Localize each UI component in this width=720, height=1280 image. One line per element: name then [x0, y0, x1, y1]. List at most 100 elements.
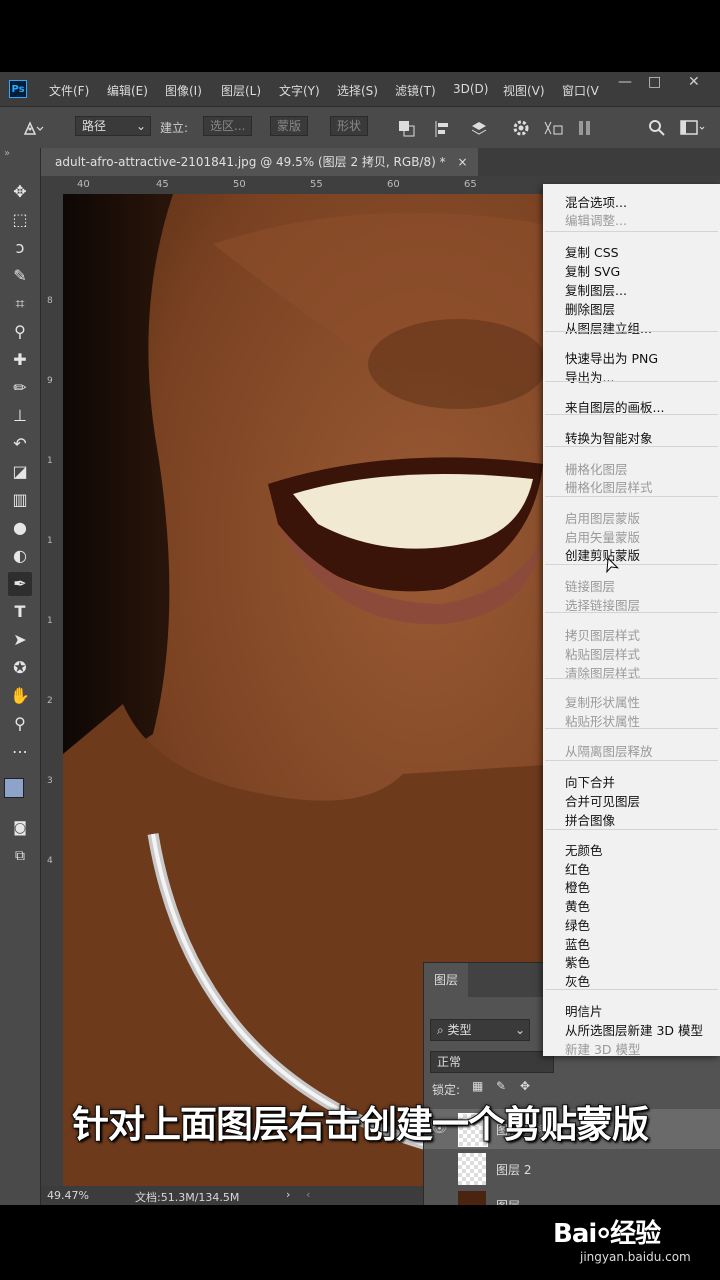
collapse-icon[interactable]: » — [4, 148, 10, 159]
marquee-tool-icon[interactable]: ⬚ — [8, 208, 32, 232]
lock-transparent-icon[interactable]: ▦ — [472, 1079, 483, 1093]
layer-row[interactable]: 图层 2 — [424, 1151, 720, 1187]
clone-stamp-tool-icon[interactable]: ⊥ — [8, 404, 32, 428]
menu-type[interactable]: 文字(Y) — [279, 82, 320, 99]
menu-3d[interactable]: 3D(D) — [453, 82, 488, 96]
menu-layer[interactable]: 图层(L) — [221, 82, 261, 99]
context-menu-item[interactable]: 快速导出为 PNG — [565, 348, 658, 367]
context-menu-item[interactable]: 橙色 — [565, 877, 590, 896]
lock-paint-icon[interactable]: ✎ — [496, 1079, 506, 1093]
hand-tool-icon[interactable]: ✋ — [8, 684, 32, 708]
context-menu-item[interactable]: 从图层建立组... — [565, 318, 652, 337]
path-selection-tool-icon[interactable]: ➤ — [8, 628, 32, 652]
context-menu-item[interactable]: 蓝色 — [565, 934, 590, 953]
context-menu-item[interactable]: 从隔离图层释放 — [565, 741, 653, 760]
layer-name[interactable]: 图层 — [496, 1197, 520, 1205]
path-mode-select[interactable]: 路径 ⌄ — [75, 116, 151, 136]
healing-brush-tool-icon[interactable]: ✚ — [8, 348, 32, 372]
context-menu-item[interactable]: 复制 SVG — [565, 261, 620, 280]
context-menu-item[interactable]: 转换为智能对象 — [565, 428, 653, 447]
context-menu-item[interactable]: 拷贝图层样式 — [565, 625, 640, 644]
context-menu-item[interactable]: 绿色 — [565, 915, 590, 934]
context-menu-item[interactable]: 无颜色 — [565, 840, 603, 859]
context-menu-item[interactable]: 红色 — [565, 859, 590, 878]
context-menu-item[interactable]: 黄色 — [565, 896, 590, 915]
mask-button[interactable]: 蒙版 — [270, 116, 309, 136]
close-tab-icon[interactable]: × — [457, 155, 467, 169]
brush-tool-icon[interactable]: ✏ — [8, 376, 32, 400]
menu-view[interactable]: 视图(V) — [503, 82, 545, 99]
menu-edit[interactable]: 编辑(E) — [107, 82, 148, 99]
type-tool-icon[interactable]: T — [8, 600, 32, 624]
layer-name[interactable]: 图层 2 — [496, 1161, 531, 1178]
layers-tab[interactable]: 图层 — [424, 963, 468, 997]
blend-mode-select[interactable]: 正常 — [430, 1051, 554, 1073]
zoom-tool-icon[interactable]: ⚲ — [8, 712, 32, 736]
context-menu-item[interactable]: 新建 3D 模型 — [565, 1039, 641, 1058]
auto-add-delete-icon[interactable] — [542, 119, 564, 137]
minimize-button[interactable]: — — [618, 74, 632, 90]
scroll-left-icon[interactable]: ‹ — [306, 1188, 310, 1201]
context-menu-item[interactable]: 灰色 — [565, 971, 590, 990]
more-tools-icon[interactable]: ⋯ — [8, 740, 32, 764]
gear-icon[interactable] — [512, 119, 530, 137]
selection-button[interactable]: 选区... — [203, 116, 253, 136]
search-icon[interactable] — [648, 119, 666, 137]
path-operations-icon[interactable] — [398, 120, 416, 138]
lock-position-icon[interactable]: ✥ — [520, 1079, 530, 1093]
maximize-button[interactable]: □ — [648, 74, 661, 90]
zoom-level[interactable]: 49.47% — [47, 1189, 89, 1202]
menu-filter[interactable]: 滤镜(T) — [395, 82, 436, 99]
context-menu-item[interactable]: 向下合并 — [565, 772, 615, 791]
context-menu-item[interactable]: 导出为... — [565, 367, 614, 386]
blur-tool-icon[interactable]: ● — [8, 516, 32, 540]
menu-window[interactable]: 窗口(V — [562, 82, 599, 99]
context-menu-item[interactable]: 复制 CSS — [565, 242, 619, 261]
pen-tool-icon[interactable] — [22, 119, 44, 137]
context-menu-item[interactable]: 启用图层蒙版 — [565, 508, 640, 527]
align-edges-icon[interactable] — [576, 119, 594, 137]
path-alignment-icon[interactable] — [434, 120, 452, 138]
context-menu-item[interactable]: 编辑调整... — [565, 210, 627, 229]
menu-file[interactable]: 文件(F) — [49, 82, 89, 99]
eyedropper-tool-icon[interactable]: ⚲ — [8, 320, 32, 344]
context-menu-item[interactable]: 紫色 — [565, 952, 590, 971]
context-menu-item[interactable]: 混合选项... — [565, 192, 627, 211]
context-menu-item[interactable]: 复制形状属性 — [565, 692, 640, 711]
layer-filter-select[interactable]: ⌕ 类型 ⌄ — [430, 1019, 530, 1041]
context-menu-item[interactable]: 栅格化图层样式 — [565, 477, 653, 496]
layer-row[interactable]: 图层 — [424, 1189, 720, 1205]
context-menu-item[interactable]: 栅格化图层 — [565, 459, 628, 478]
context-menu-item[interactable]: 从所选图层新建 3D 模型 — [565, 1020, 703, 1039]
menu-image[interactable]: 图像(I) — [165, 82, 202, 99]
shape-tool-icon[interactable]: ✪ — [8, 656, 32, 680]
context-menu-item[interactable]: 清除图层样式 — [565, 663, 640, 682]
dodge-tool-icon[interactable]: ◐ — [8, 544, 32, 568]
workspace-icon[interactable] — [680, 119, 706, 137]
status-arrow-icon[interactable]: › — [286, 1188, 290, 1201]
context-menu-item[interactable]: 链接图层 — [565, 576, 615, 595]
foreground-color-swatch[interactable] — [4, 778, 24, 798]
screen-mode-icon[interactable]: ⧉ — [8, 844, 32, 868]
context-menu-item[interactable]: 拼合图像 — [565, 810, 615, 829]
context-menu-item[interactable]: 合并可见图层 — [565, 791, 640, 810]
lasso-tool-icon[interactable]: ↄ — [8, 236, 32, 260]
history-brush-tool-icon[interactable]: ↶ — [8, 432, 32, 456]
eraser-tool-icon[interactable]: ◪ — [8, 460, 32, 484]
close-window-button[interactable]: ✕ — [688, 74, 700, 90]
quick-mask-icon[interactable]: ◙ — [8, 816, 32, 840]
quick-select-tool-icon[interactable]: ✎ — [8, 264, 32, 288]
context-menu-item[interactable]: 明信片 — [565, 1001, 603, 1020]
context-menu-item[interactable]: 启用矢量蒙版 — [565, 527, 640, 546]
crop-tool-icon[interactable]: ⌗ — [8, 292, 32, 316]
document-tab[interactable]: adult-afro-attractive-2101841.jpg @ 49.5… — [41, 148, 478, 176]
path-arrangement-icon[interactable] — [470, 120, 488, 138]
shape-button[interactable]: 形状 — [330, 116, 369, 136]
context-menu-item[interactable]: 删除图层 — [565, 299, 615, 318]
context-menu-item[interactable]: 复制图层... — [565, 280, 627, 299]
context-menu-item[interactable]: 粘贴图层样式 — [565, 644, 640, 663]
menu-select[interactable]: 选择(S) — [337, 82, 378, 99]
pen-tool-icon[interactable]: ✒ — [8, 572, 32, 596]
move-tool-icon[interactable]: ✥ — [8, 180, 32, 204]
gradient-tool-icon[interactable]: ▥ — [8, 488, 32, 512]
